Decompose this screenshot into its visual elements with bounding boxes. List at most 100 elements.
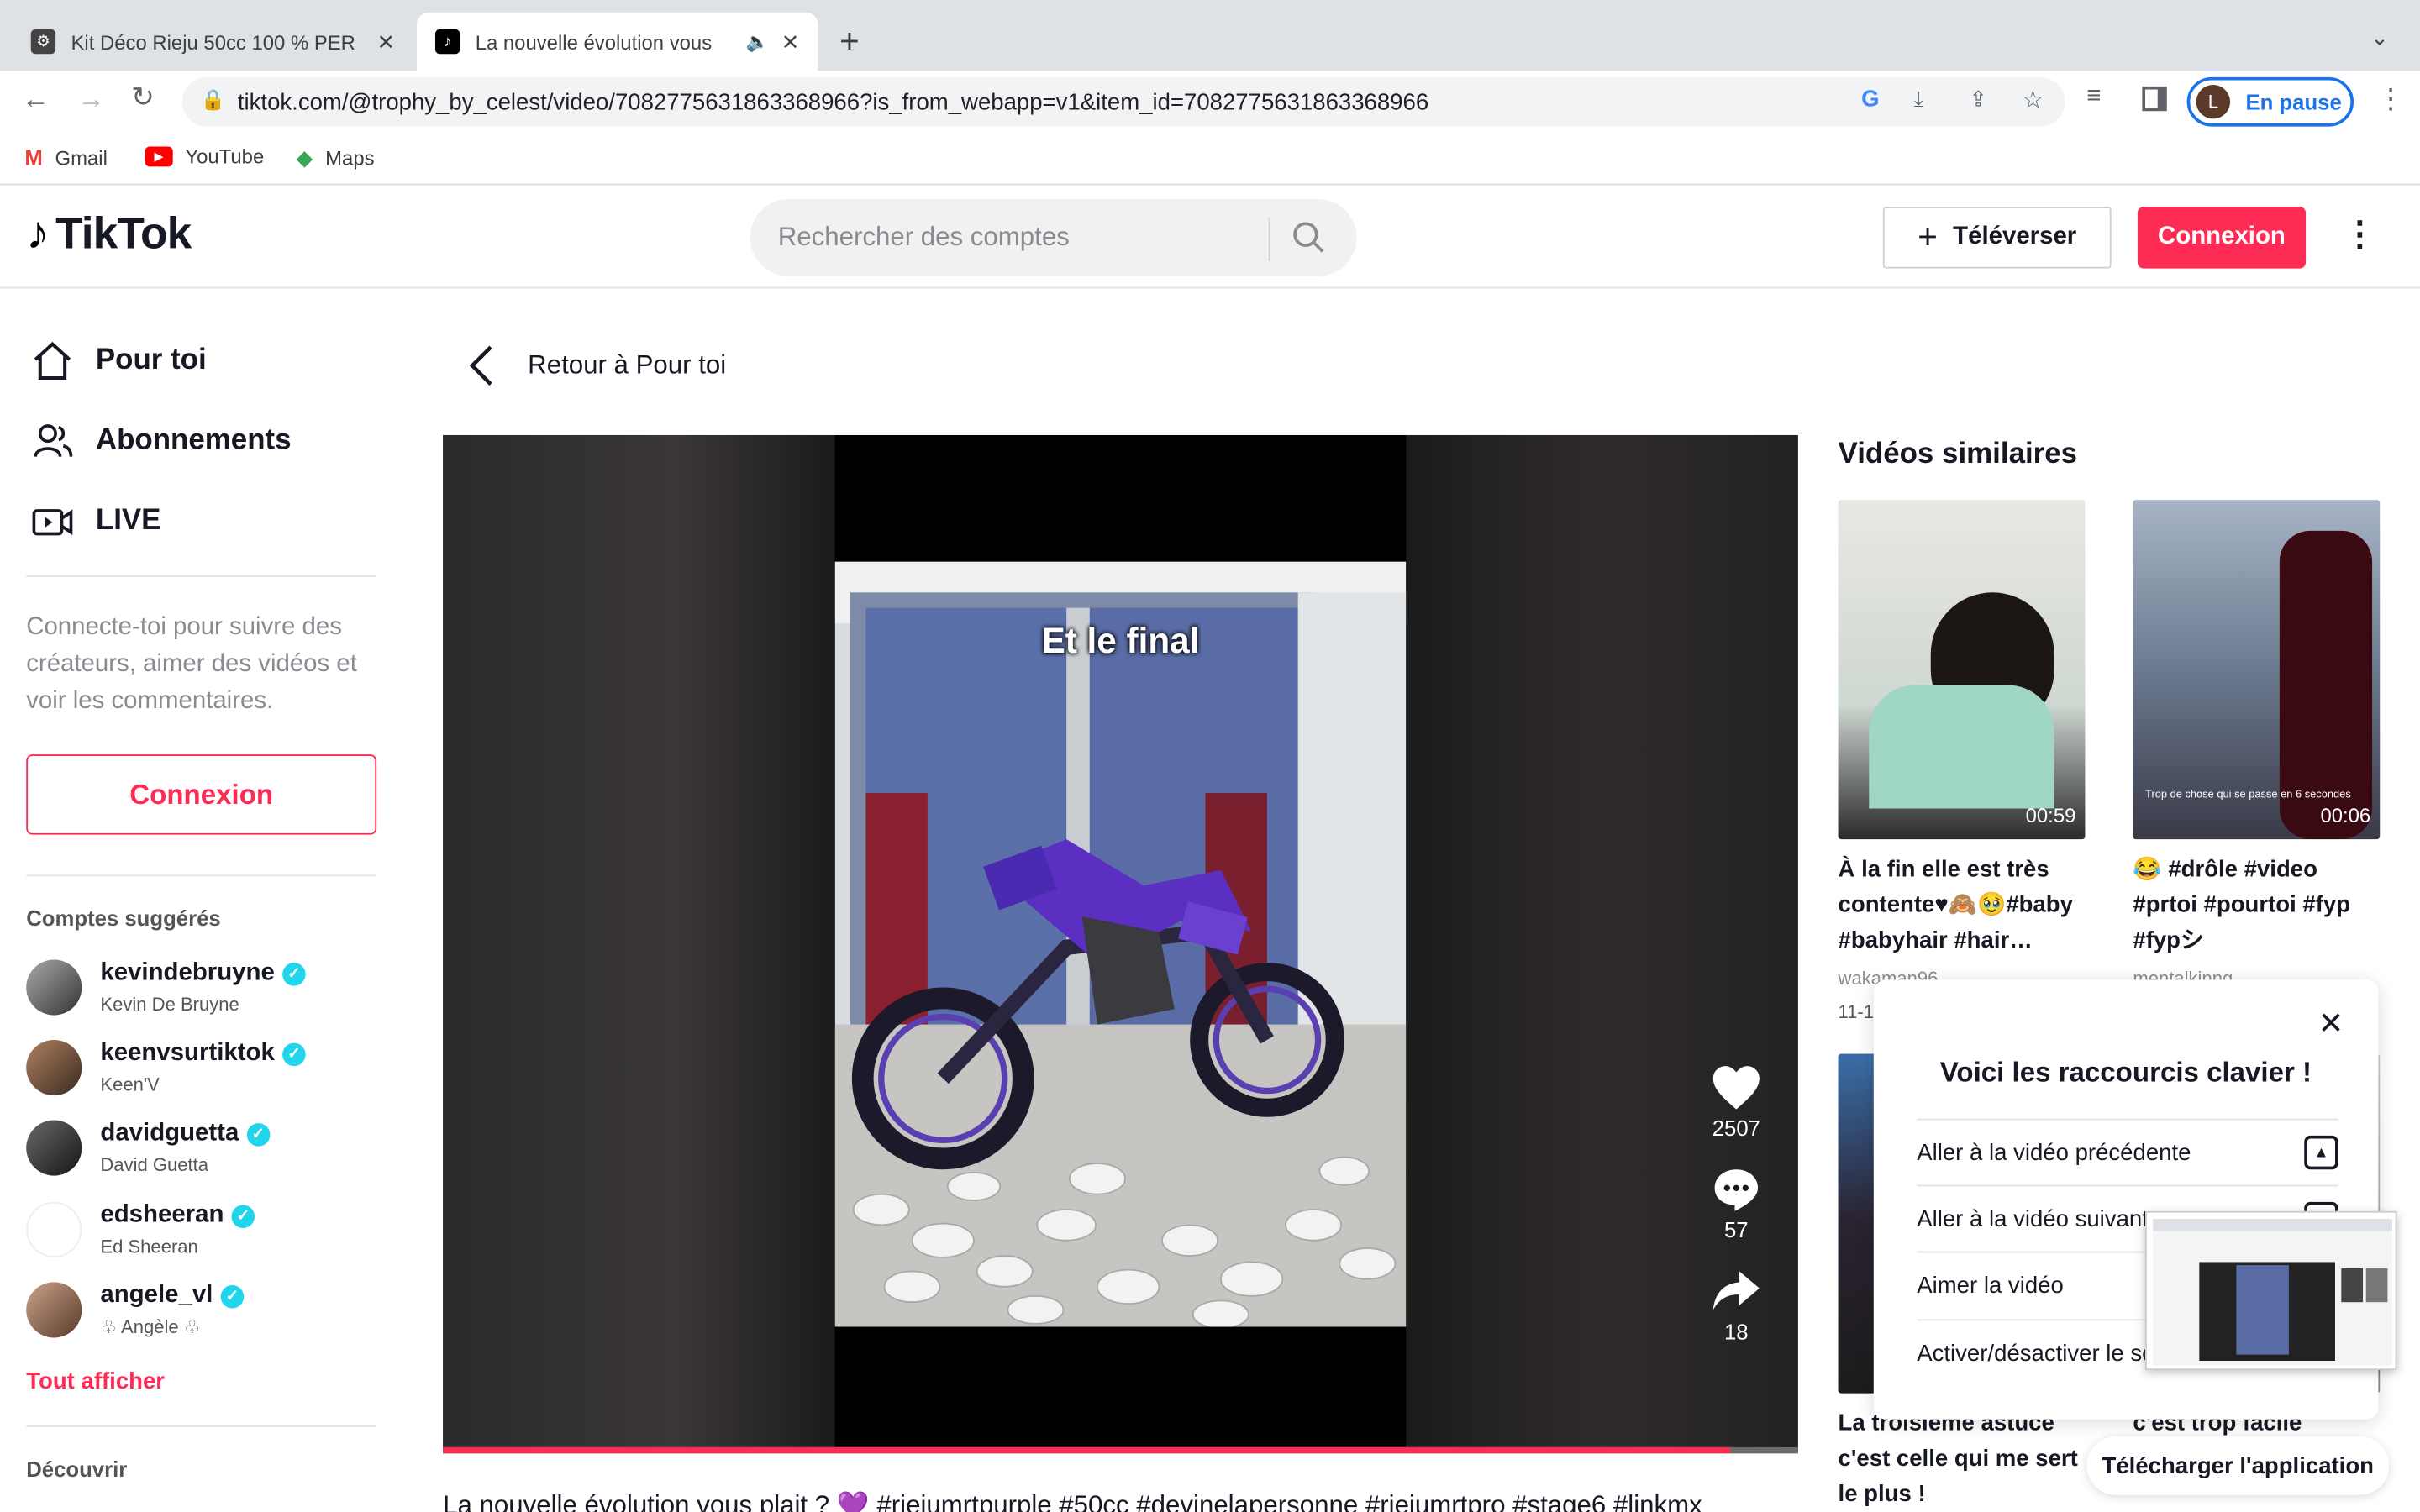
screenshot-preview-thumbnail[interactable] (2145, 1210, 2397, 1371)
bookmark-maps[interactable]: ◆ Maps (297, 145, 375, 171)
tab-search-chevron-icon[interactable]: ⌄ (2370, 24, 2389, 50)
video-progress-bar[interactable] (443, 1446, 1798, 1454)
browser-tab-active[interactable]: ♪ La nouvelle évolution vous 🔈 ✕ (416, 12, 818, 71)
share-icon[interactable]: ⇪ (1970, 87, 1988, 113)
preview-page (2153, 1219, 2392, 1366)
video-player[interactable]: Et le final 2507 57 18 (443, 434, 1798, 1454)
like-count: 2507 (1712, 1115, 1760, 1141)
preview-video-frame (2236, 1265, 2289, 1355)
comment-button[interactable]: 57 (1693, 1167, 1780, 1242)
comment-count: 57 (1724, 1217, 1749, 1242)
suggested-account[interactable]: davidguetta ✓ David Guetta (26, 1120, 271, 1176)
youtube-icon: ▶ (145, 146, 173, 167)
similar-video-thumbnail[interactable]: 00:59 (1838, 500, 2086, 840)
sidebar-divider (26, 1425, 377, 1427)
video-duration: 00:59 (2025, 803, 2076, 827)
avatar (26, 1201, 82, 1257)
avatar (26, 1039, 82, 1096)
shortcut-row: Aller à la vidéo précédente ▲ (1917, 1118, 2338, 1185)
verified-badge-icon: ✓ (282, 962, 306, 985)
search-icon[interactable] (1291, 219, 1328, 264)
tiktok-favicon-icon: ♪ (434, 29, 460, 55)
video-progress-fill (443, 1446, 1731, 1454)
new-tab-button[interactable]: + (839, 22, 860, 62)
nav-live[interactable]: LIVE (31, 500, 160, 543)
google-icon[interactable]: G (1861, 87, 1879, 113)
discover-title: Découvrir (26, 1456, 128, 1482)
upload-button[interactable]: + Téléverser (1882, 207, 2112, 269)
close-tab-icon[interactable]: ✕ (781, 29, 800, 55)
verified-badge-icon: ✓ (246, 1122, 271, 1146)
more-options-icon[interactable]: ⋮ (2343, 214, 2376, 255)
thumbnail-subject (1869, 685, 2054, 809)
nav-following[interactable]: Abonnements (31, 420, 292, 463)
back-arrow-icon[interactable]: ← (22, 83, 50, 116)
preview-chrome (2153, 1219, 2392, 1231)
share-button[interactable]: 18 (1693, 1268, 1780, 1344)
profile-avatar: L (2196, 85, 2231, 119)
search-divider (1268, 217, 1270, 261)
browser-tab[interactable]: ⚙ Kit Déco Rieju 50cc 100 % PER ✕ (13, 13, 414, 71)
see-all-link[interactable]: Tout afficher (26, 1368, 165, 1394)
suggested-accounts-title: Comptes suggérés (26, 906, 221, 931)
url-text: tiktok.com/@trophy_by_celest/video/70827… (237, 88, 1429, 115)
sidebar-divider (26, 874, 377, 877)
forward-arrow-icon[interactable]: → (77, 83, 105, 116)
avatar (26, 1282, 82, 1338)
similar-video-thumbnail[interactable]: Trop de chose qui se passe en 6 secondes… (2133, 500, 2381, 840)
media-controls-icon[interactable]: ≡ (2086, 83, 2101, 111)
lock-icon: 🔒 (200, 87, 226, 112)
bookmark-star-icon[interactable]: ☆ (2022, 85, 2044, 116)
video-caption-overlay: Et le final (1041, 620, 1200, 661)
video-frame[interactable]: Et le final (834, 434, 1407, 1447)
video-description: La nouvelle évolution vous plait ? 💜 #ri… (443, 1490, 1702, 1512)
back-link[interactable]: Retour à Pour toi (463, 343, 726, 389)
side-panel-icon[interactable] (2142, 86, 2167, 112)
login-prompt: Connecte-toi pour suivre des créateurs, … (26, 614, 357, 715)
preview-thumb (2365, 1268, 2388, 1303)
profile-button[interactable]: L En pause (2186, 76, 2354, 127)
arrow-up-key-icon: ▲ (2304, 1135, 2338, 1170)
tiktok-logo[interactable]: ♪ TikTok (26, 208, 192, 260)
address-bar[interactable]: 🔒 tiktok.com/@trophy_by_celest/video/708… (182, 76, 2065, 127)
similar-videos-title: Vidéos similaires (1838, 438, 2078, 471)
audio-playing-icon[interactable]: 🔈 (746, 31, 769, 53)
video-blur-left (443, 434, 835, 1447)
suggested-account[interactable]: keenvsurtiktok ✓ Keen'V (26, 1039, 306, 1096)
suggested-account[interactable]: edsheeran ✓ Ed Sheeran (26, 1201, 255, 1257)
avatar (26, 1120, 82, 1176)
install-icon[interactable]: ⤓ (1914, 87, 1923, 113)
like-button[interactable]: 2507 (1693, 1064, 1780, 1140)
avatar (26, 959, 82, 1016)
suggested-account[interactable]: angele_vl ✓ ♧ Angèle ♧ (26, 1282, 245, 1338)
sidebar-login-button[interactable]: Connexion (26, 754, 377, 835)
home-icon (34, 341, 71, 381)
close-tab-icon[interactable]: ✕ (377, 29, 396, 55)
similar-video-title[interactable]: La troisième astuce c'est celle qui me s… (1839, 1405, 2086, 1512)
video-content-image (834, 561, 1407, 1327)
preview-thumb (2341, 1268, 2364, 1303)
sidebar-divider (26, 575, 377, 577)
similar-video-title[interactable]: À la fin elle est très contente♥🙈🥹#baby … (1839, 852, 2086, 958)
login-button[interactable]: Connexion (2137, 207, 2307, 269)
bookmark-youtube[interactable]: ▶ YouTube (145, 145, 264, 168)
video-duration: 00:06 (2320, 803, 2371, 827)
heart-icon (1712, 1066, 1760, 1110)
similar-video-title[interactable]: 😂 #drôle #video #prtoi #pourtoi #fyp #fy… (2133, 852, 2380, 958)
share-count: 18 (1724, 1319, 1749, 1344)
download-app-button[interactable]: Télécharger l'application (2086, 1436, 2390, 1495)
browser-menu-icon[interactable]: ⋮ (2377, 83, 2405, 116)
nav-for-you[interactable]: Pour toi (31, 339, 207, 382)
reload-icon[interactable]: ↻ (131, 81, 155, 114)
tiktok-header: ♪ TikTok Rechercher des comptes + Téléve… (0, 186, 2420, 289)
bookmark-gmail[interactable]: M Gmail (24, 145, 107, 170)
verified-badge-icon: ✓ (231, 1204, 255, 1228)
gmail-icon: M (24, 144, 43, 171)
profile-status: En pause (2245, 89, 2342, 114)
search-input[interactable]: Rechercher des comptes (750, 198, 1357, 276)
share-arrow-icon (1712, 1271, 1760, 1310)
tab-title: La nouvelle évolution vous (475, 29, 713, 54)
close-icon[interactable]: ✕ (2318, 1005, 2344, 1043)
tab-title: Kit Déco Rieju 50cc 100 % PER (71, 29, 355, 54)
suggested-account[interactable]: kevindebruyne ✓ Kevin De Bruyne (26, 959, 306, 1016)
